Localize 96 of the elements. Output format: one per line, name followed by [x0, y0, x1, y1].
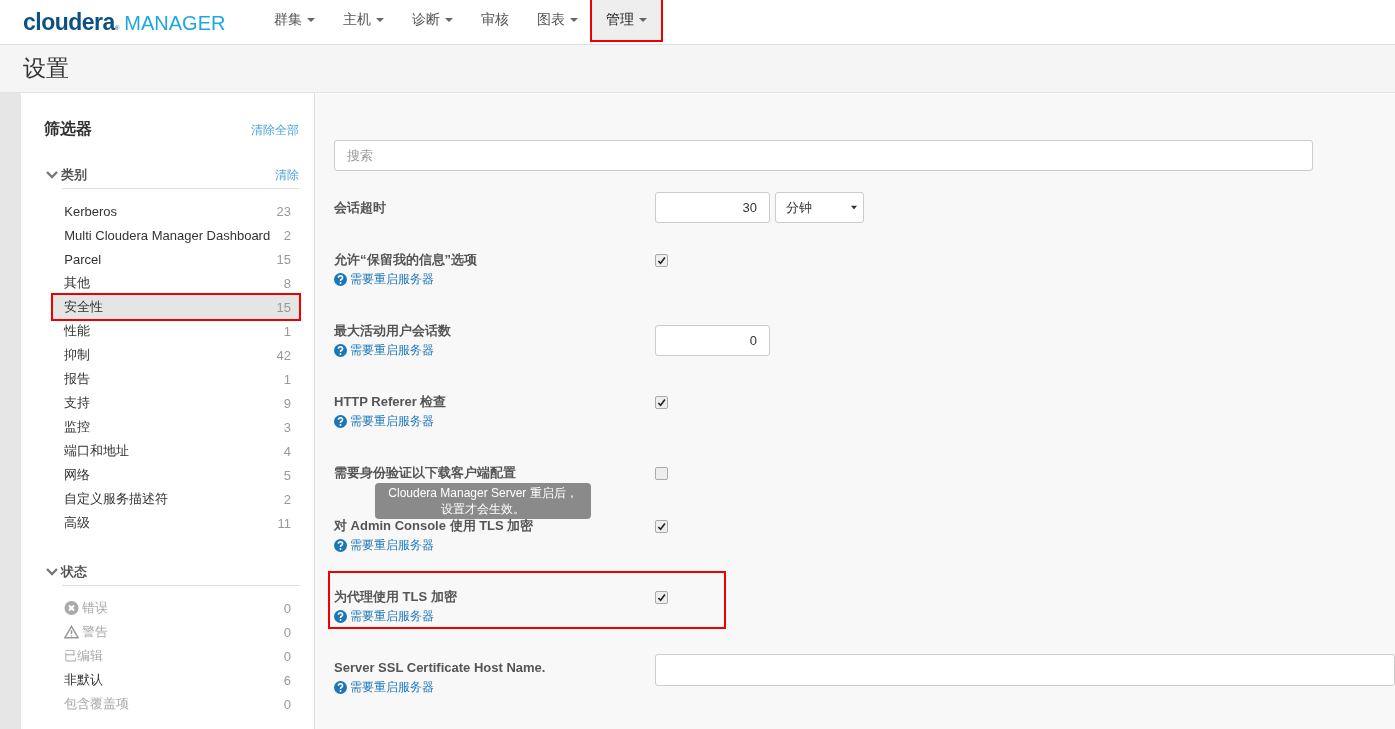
help-icon [334, 609, 347, 623]
filter-count: 5 [283, 467, 291, 483]
filter-item[interactable]: 端口和地址 4 [53, 439, 299, 463]
filter-count: 3 [283, 419, 291, 435]
nav-menu-item[interactable]: 管理 [592, 0, 661, 40]
filter-label: 高级 [64, 514, 91, 532]
restart-note-link[interactable]: 需要重启服务器 [334, 607, 655, 625]
filter-count: 4 [283, 443, 291, 459]
filter-title: 筛选器 [44, 119, 93, 139]
filter-label: 监控 [64, 418, 91, 436]
filter-count: 15 [276, 251, 291, 267]
section-header[interactable]: 类别 [46, 166, 88, 184]
filter-label: 端口和地址 [64, 442, 130, 460]
filter-label: 支持 [64, 394, 91, 412]
filter-item[interactable]: 报告 1 [53, 367, 299, 391]
filter-item[interactable]: 网络 5 [53, 463, 299, 487]
filter-item[interactable]: Kerberos 23 [53, 199, 299, 223]
warning-icon [64, 625, 80, 639]
text-field[interactable] [655, 654, 1395, 686]
tooltip: Cloudera Manager Server 重启后，设置才会生效。 [375, 483, 591, 519]
help-icon [334, 680, 347, 694]
setting-label: 需要身份验证以下载客户端配置 [334, 464, 517, 482]
filter-count: 1 [283, 371, 291, 387]
filter-label: 报告 [64, 370, 91, 388]
search-field[interactable]: 搜索 [334, 140, 1313, 171]
setting-label: 最大活动用户会话数 [334, 322, 452, 340]
filter-label: 自定义服务描述符 [64, 490, 169, 508]
filter-label: 网络 [64, 466, 91, 484]
filter-item[interactable]: 支持 9 [53, 391, 299, 415]
dropdown-arrow-icon [851, 205, 857, 210]
filter-count: 0 [283, 696, 291, 712]
nav-menu-item[interactable]: 诊断 [398, 0, 467, 40]
filter-item[interactable]: 性能 1 [53, 319, 299, 343]
filter-label: 抑制 [64, 346, 91, 364]
page-title: 设置 [23, 54, 69, 83]
checkbox[interactable] [655, 520, 668, 533]
checkbox[interactable] [655, 591, 668, 604]
setting-label: 为代理使用 TLS 加密 [334, 588, 458, 606]
checkbox[interactable] [655, 467, 668, 480]
filter-item[interactable]: 高级 11 [53, 511, 299, 535]
filter-count: 9 [283, 395, 291, 411]
filter-count: 2 [283, 491, 291, 507]
filter-count: 42 [276, 347, 291, 363]
filter-label: 已编辑 [64, 647, 104, 665]
filter-item[interactable]: 监控 3 [53, 415, 299, 439]
filter-label: Kerberos [64, 203, 117, 219]
filter-label: 错误 [82, 599, 109, 617]
filter-item[interactable]: Parcel 15 [53, 247, 299, 271]
number-field[interactable]: 0 [655, 325, 770, 356]
restart-note-link[interactable]: 需要重启服务器 [334, 341, 655, 359]
unit-select[interactable]: 分钟 [775, 192, 864, 223]
section-header[interactable]: 状态 [46, 563, 88, 581]
help-icon [334, 414, 347, 428]
setting-label: 允许“保留我的信息”选项 [334, 251, 478, 269]
filter-label: 非默认 [64, 671, 104, 689]
filter-item[interactable]: 非默认 6 [53, 668, 299, 692]
help-icon [334, 272, 347, 286]
error-icon [64, 601, 80, 615]
nav-menu-item[interactable]: 群集 [260, 0, 329, 40]
number-field[interactable]: 30 [655, 192, 770, 223]
filter-count: 1 [283, 323, 291, 339]
filter-item[interactable]: 抑制 42 [53, 343, 299, 367]
restart-note-link[interactable]: 需要重启服务器 [334, 412, 655, 430]
checkbox[interactable] [655, 396, 668, 409]
filter-label: 性能 [64, 322, 91, 340]
restart-note-link[interactable]: 需要重启服务器 [334, 536, 655, 554]
filter-item[interactable]: 安全性 15 [53, 295, 299, 319]
restart-note-link[interactable]: 需要重启服务器 [334, 270, 655, 288]
filter-count: 0 [283, 624, 291, 640]
filter-count: 8 [283, 275, 291, 291]
filter-count: 0 [283, 648, 291, 664]
filter-label: Multi Cloudera Manager Dashboard [64, 227, 271, 243]
filter-count: 11 [277, 515, 291, 531]
filter-item[interactable]: 自定义服务描述符 2 [53, 487, 299, 511]
nav-menu-item[interactable]: 主机 [329, 0, 398, 40]
restart-note-link[interactable]: 需要重启服务器 [334, 678, 655, 696]
filter-label: Parcel [64, 251, 102, 267]
setting-label: HTTP Referer 检查 [334, 393, 448, 411]
filter-count: 23 [276, 203, 291, 219]
filter-count: 2 [283, 227, 291, 243]
nav-menu-item[interactable]: 审核 [467, 0, 523, 40]
filter-item[interactable]: Multi Cloudera Manager Dashboard 2 [53, 223, 299, 247]
filter-item[interactable]: 其他 8 [53, 271, 299, 295]
filter-label: 警告 [82, 623, 109, 641]
filter-label: 安全性 [64, 298, 104, 316]
filter-label: 包含覆盖项 [64, 695, 130, 713]
filter-count: 15 [276, 299, 291, 315]
setting-label: 对 Admin Console 使用 TLS 加密 [334, 517, 535, 535]
help-icon [334, 343, 347, 357]
filter-count: 0 [283, 600, 291, 616]
help-icon [334, 538, 347, 552]
setting-label: Server SSL Certificate Host Name. [334, 659, 547, 677]
filter-label: 其他 [64, 274, 91, 292]
setting-label: 会话超时 [334, 198, 387, 217]
checkbox[interactable] [655, 254, 668, 267]
filter-count: 6 [283, 672, 291, 688]
